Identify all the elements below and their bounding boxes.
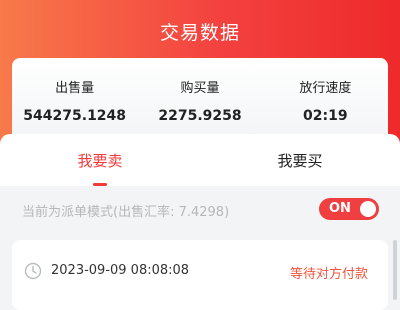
- page-title: 交易数据: [159, 22, 240, 44]
- dispatch-mode-row: 当前为派单模式(出售汇率: 7.4298) ON: [0, 186, 400, 230]
- stat-value: 02:19: [303, 108, 348, 124]
- order-time: 2023-09-09 08:08:08: [51, 263, 190, 278]
- toggle-label: ON: [329, 201, 351, 216]
- stat-buy-volume: 购买量 2275.9258: [137, 58, 262, 142]
- stat-release-speed: 放行速度 02:19: [263, 58, 388, 142]
- trade-stats-card: 出售量 544275.1248 购买量 2275.9258 放行速度 02:19: [12, 58, 388, 142]
- tab-label: 我要买: [277, 152, 323, 170]
- scrollbar[interactable]: [393, 240, 397, 300]
- dispatch-mode-text: 当前为派单模式(出售汇率: 7.4298): [22, 205, 230, 220]
- tab-label: 我要卖: [77, 152, 123, 170]
- order-status: 等待对方付款: [289, 267, 368, 282]
- stat-sell-volume: 出售量 544275.1248: [12, 58, 137, 142]
- stat-value: 544275.1248: [23, 108, 127, 124]
- stat-label: 出售量: [55, 81, 95, 96]
- tab-sell[interactable]: 我要卖: [0, 134, 200, 186]
- stat-label: 放行速度: [299, 81, 352, 96]
- stat-label: 购买量: [180, 81, 220, 96]
- clock-icon: [24, 262, 42, 280]
- trade-tabs: 我要卖 我要买: [0, 134, 400, 186]
- stat-value: 2275.9258: [158, 108, 242, 124]
- toggle-knob: [360, 201, 376, 217]
- tab-buy[interactable]: 我要买: [200, 134, 400, 186]
- dispatch-mode-toggle[interactable]: ON: [319, 198, 379, 220]
